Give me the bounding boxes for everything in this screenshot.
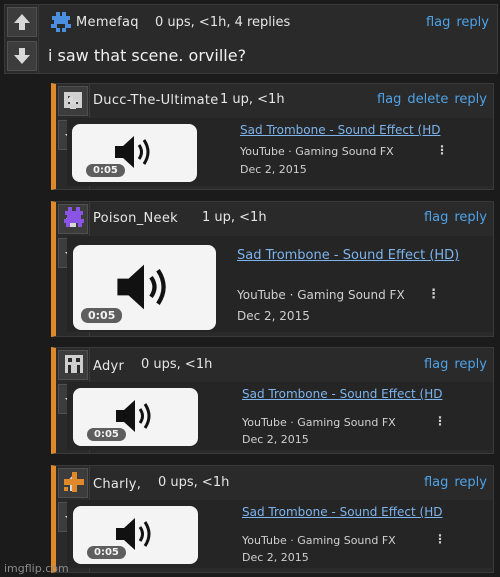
avatar-icon[interactable] [63, 206, 85, 228]
reply-link[interactable]: reply [456, 15, 489, 30]
vote-column [5, 5, 39, 73]
reply-link[interactable]: reply [454, 92, 487, 107]
video-embed[interactable]: 0:05 Sad Trombone - Sound Effect (HD) Yo… [67, 236, 493, 332]
comment-meta: 1 up, <1h [220, 92, 285, 107]
video-embed[interactable]: 0:05 Sad Trombone - Sound Effect (HD You… [67, 118, 493, 186]
avatar-icon[interactable] [62, 89, 84, 111]
comment-actions: flag delete reply [371, 92, 487, 107]
comment-text: i saw that scene. orville? [48, 46, 247, 65]
more-options-icon[interactable]: ⋮ [434, 414, 446, 428]
comment-meta: 0 ups, <1h [158, 475, 230, 490]
more-options-icon[interactable]: ⋮ [427, 287, 440, 302]
comment-meta: 1 up, <1h [202, 210, 267, 225]
video-thumbnail[interactable]: 0:05 [72, 124, 197, 182]
video-title-link[interactable]: Sad Trombone - Sound Effect (HD [242, 387, 442, 401]
comment-actions: flag reply [418, 475, 487, 490]
reply-link[interactable]: reply [454, 357, 487, 372]
video-duration: 0:05 [81, 308, 123, 323]
comment-username[interactable]: Memefaq [76, 15, 139, 30]
avatar-icon[interactable] [63, 353, 85, 375]
flag-link[interactable]: flag [424, 210, 448, 225]
comment-username[interactable]: Charly, [93, 477, 141, 492]
video-source: YouTube · Gaming Sound FX [242, 534, 396, 547]
video-source: YouTube · Gaming Sound FX [237, 288, 405, 302]
comment-meta: 0 ups, <1h [141, 357, 213, 372]
video-duration: 0:05 [87, 546, 126, 559]
video-date: Dec 2, 2015 [240, 163, 307, 176]
comment-username[interactable]: Adyr [93, 359, 124, 374]
comment-username[interactable]: Poison_Neek [93, 211, 178, 226]
video-source: YouTube · Gaming Sound FX [240, 145, 394, 158]
video-thumbnail[interactable]: 0:05 [73, 506, 198, 564]
flag-link[interactable]: flag [377, 92, 401, 107]
video-title-link[interactable]: Sad Trombone - Sound Effect (HD [240, 123, 440, 137]
reply-comment: Adyr 0 ups, <1h flag reply 0:05 Sad Tromb… [51, 347, 494, 454]
reply-link[interactable]: reply [454, 475, 487, 490]
avatar-icon[interactable] [63, 471, 85, 493]
video-title-link[interactable]: Sad Trombone - Sound Effect (HD) [237, 248, 459, 263]
avatar-icon[interactable] [50, 11, 72, 33]
comment-actions: flag reply [418, 357, 487, 372]
flag-link[interactable]: flag [424, 475, 448, 490]
video-date: Dec 2, 2015 [242, 551, 309, 564]
reply-comment: Charly, 0 ups, <1h flag reply 0:05 Sad Tr… [51, 465, 494, 573]
video-date: Dec 2, 2015 [242, 433, 309, 446]
video-duration: 0:05 [87, 428, 126, 441]
comment-username[interactable]: Ducc-The-Ultimate [93, 93, 219, 108]
arrow-up-icon [14, 14, 30, 30]
upvote-button[interactable] [7, 7, 37, 37]
more-options-icon[interactable]: ⋮ [436, 143, 448, 157]
downvote-button[interactable] [7, 41, 37, 71]
top-comment: Memefaq 0 ups, <1h, 4 replies flag reply … [4, 4, 498, 74]
video-thumbnail[interactable]: 0:05 [73, 245, 216, 330]
more-options-icon[interactable]: ⋮ [434, 532, 446, 546]
video-source: YouTube · Gaming Sound FX [242, 416, 396, 429]
flag-link[interactable]: flag [424, 357, 448, 372]
video-embed[interactable]: 0:05 Sad Trombone - Sound Effect (HD You… [67, 382, 493, 450]
reply-comment: Ducc-The-Ultimate 1 up, <1h flag delete re… [51, 83, 494, 190]
comment-actions: flag reply [418, 210, 487, 225]
arrow-down-icon [14, 48, 30, 64]
reply-link[interactable]: reply [454, 210, 487, 225]
video-date: Dec 2, 2015 [237, 309, 310, 323]
delete-link[interactable]: delete [407, 92, 448, 107]
comment-meta: 0 ups, <1h, 4 replies [155, 15, 291, 30]
flag-link[interactable]: flag [426, 15, 450, 30]
video-title-link[interactable]: Sad Trombone - Sound Effect (HD [242, 505, 442, 519]
imgflip-watermark: imgflip.com [4, 562, 69, 575]
reply-comment: Poison_Neek 1 up, <1h flag reply 0:05 Sad… [51, 201, 494, 337]
video-embed[interactable]: 0:05 Sad Trombone - Sound Effect (HD You… [67, 500, 493, 568]
video-duration: 0:05 [86, 164, 125, 177]
comment-actions: flag reply [420, 15, 489, 30]
speaker-icon [117, 264, 166, 310]
video-thumbnail[interactable]: 0:05 [73, 388, 198, 446]
